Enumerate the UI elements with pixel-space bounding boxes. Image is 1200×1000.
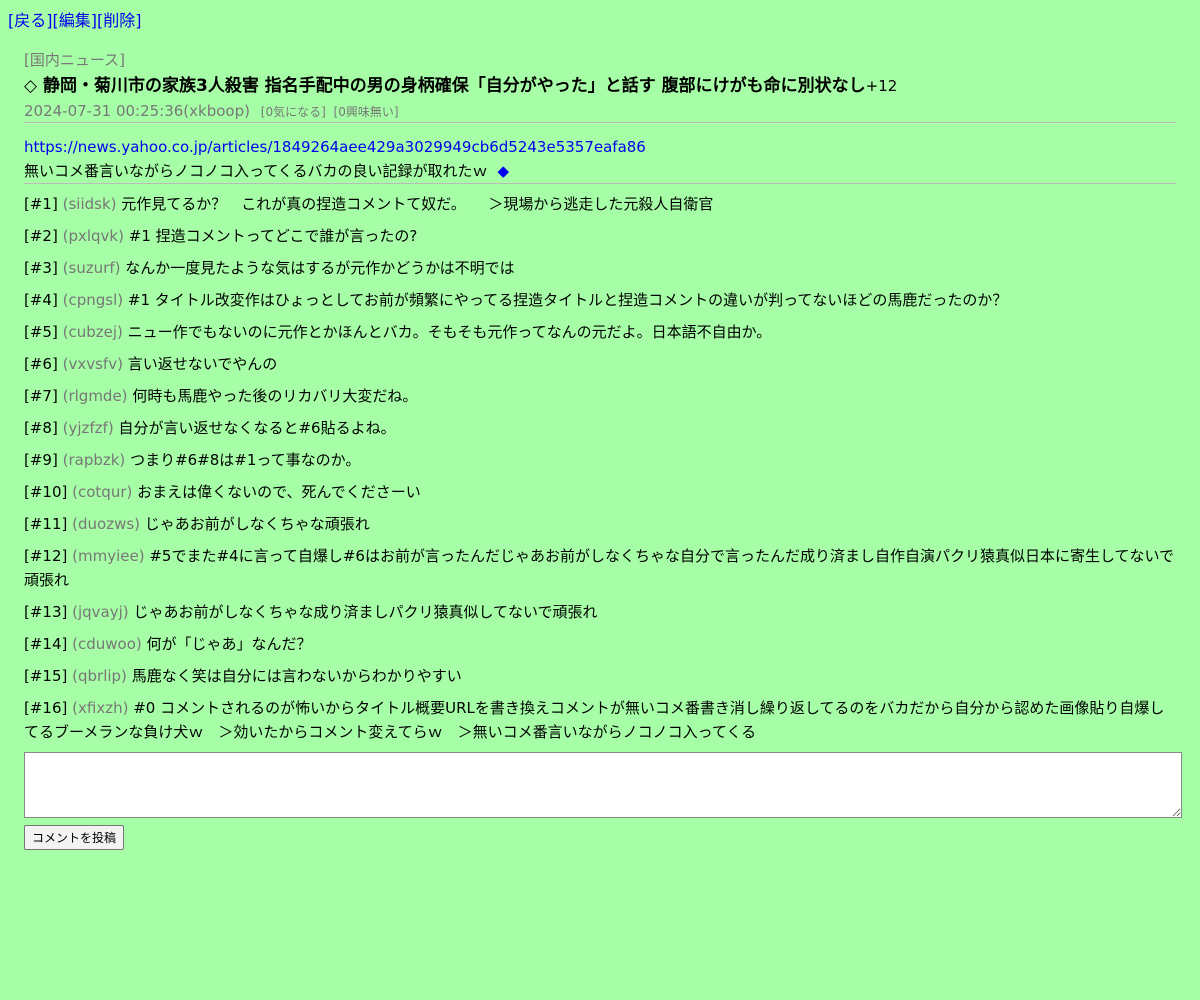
comment-item: [#1] (siidsk) 元作見てるか？ これが真の捏造コメントて奴だ。 ＞現… [24,192,1176,216]
comment-list: [#1] (siidsk) 元作見てるか？ これが真の捏造コメントて奴だ。 ＞現… [24,192,1176,744]
back-link[interactable]: [戻る] [8,11,53,30]
comment-user: (siidsk) [62,195,117,213]
comment-item: [#12] (mmyiee) #5でまた#4に言って自爆し#6はお前が言ったんだ… [24,544,1176,592]
comment-number[interactable]: [#7] [24,387,58,405]
delete-link[interactable]: [削除] [97,11,142,30]
article-body: https://news.yahoo.co.jp/articles/184926… [24,135,1176,183]
comment-number[interactable]: [#14] [24,635,67,653]
comment-item: [#2] (pxlqvk) #1 捏造コメントってどこで誰が言ったの? [24,224,1176,248]
comment-item: [#8] (yjzfzf) 自分が言い返せなくなると#6貼るよね。 [24,416,1176,440]
comment-text: 何が「じゃあ」なんだ？ [146,635,312,653]
comment-text: おまえは偉くないので、死んでくださーい [137,483,421,501]
comment-user: (duozws) [72,515,141,533]
comment-user: (cubzej) [62,323,123,341]
divider [24,183,1176,184]
comment-item: [#5] (cubzej) ニュー作でもないのに元作とかほんとバカ。そもそも元作… [24,320,1176,344]
comment-user: (rapbzk) [62,451,126,469]
comment-number[interactable]: [#2] [24,227,58,245]
article-category: [国内ニュース] [24,51,125,69]
not-interested-count[interactable]: [0興味無い] [334,105,399,119]
comment-number[interactable]: [#6] [24,355,58,373]
comment-text: じゃあお前がしなくちゃな成り済ましパクリ猿真似してないで頑張れ [133,603,598,621]
comment-item: [#15] (qbrlip) 馬鹿なく笑は自分には言わないからわかりやすい [24,664,1176,688]
comment-item: [#9] (rapbzk) つまり#6#8は#1って事なのか。 [24,448,1176,472]
comment-number[interactable]: [#3] [24,259,58,277]
comment-user: (qbrlip) [72,667,127,685]
comment-user: (yjzfzf) [62,419,114,437]
comment-text: 何時も馬鹿やった後のリカバリ大変だね。 [132,387,418,405]
article-title: ◇ 静岡・菊川市の家族3人殺害 指名手配中の男の身柄確保「自分がやった」と話す … [24,76,866,96]
comment-number[interactable]: [#10] [24,483,67,501]
comment-number[interactable]: [#15] [24,667,67,685]
comment-text: #1 捏造コメントってどこで誰が言ったの? [128,227,418,245]
comment-item: [#3] (suzurf) なんか一度見たような気はするが元作かどうかは不明では [24,256,1176,280]
comment-user: (xfixzh) [72,699,129,717]
comment-text: 元作見てるか？ これが真の捏造コメントて奴だ。 ＞現場から逃走した元殺人自衛官 [121,195,714,213]
comment-text: じゃあお前がしなくちゃな頑張れ [144,515,370,533]
article-url-link[interactable]: https://news.yahoo.co.jp/articles/184926… [24,138,646,156]
article-meta: 2024-07-31 00:25:36(xkboop) [0気になる] [0興味… [24,101,1176,122]
comment-item: [#14] (cduwoo) 何が「じゃあ」なんだ？ [24,632,1176,656]
comment-user: (pxlqvk) [62,227,124,245]
diamond-icon[interactable]: ◆ [498,162,510,180]
comment-item: [#16] (xfixzh) #0 コメントされるのが怖いからタイトル概要URL… [24,696,1176,744]
comment-item: [#10] (cotqur) おまえは偉くないので、死んでくださーい [24,480,1176,504]
comment-text: #5でまた#4に言って自爆し#6はお前が言ったんだじゃあお前がしなくちゃな自分で… [24,547,1175,589]
article-container: [国内ニュース] ◇ 静岡・菊川市の家族3人殺害 指名手配中の男の身柄確保「自分… [24,50,1182,850]
edit-link[interactable]: [編集] [53,11,98,30]
interested-count[interactable]: [0気になる] [261,105,326,119]
comment-user: (rlgmde) [62,387,128,405]
comment-item: [#13] (jqvayj) じゃあお前がしなくちゃな成り済ましパクリ猿真似して… [24,600,1176,624]
comment-number[interactable]: [#11] [24,515,67,533]
comment-text: #1 タイトル改変作はひょっとしてお前が頻繁にやってる捏造タイトルと捏造コメント… [127,291,1008,309]
comment-number[interactable]: [#16] [24,699,67,717]
comment-number[interactable]: [#13] [24,603,67,621]
comment-text: 言い返せないでやんの [127,355,278,373]
comment-text: 馬鹿なく笑は自分には言わないからわかりやすい [131,667,462,685]
comment-input[interactable] [24,752,1182,818]
comment-user: (cpngsl) [62,291,124,309]
comment-number[interactable]: [#8] [24,419,58,437]
comment-item: [#4] (cpngsl) #1 タイトル改変作はひょっとしてお前が頻繁にやって… [24,288,1176,312]
comment-number[interactable]: [#4] [24,291,58,309]
comment-user: (vxvsfv) [62,355,123,373]
submit-comment-button[interactable]: コメントを投稿 [24,825,125,850]
article-summary: 無いコメ番言いながらノコノコ入ってくるバカの良い記録が取れたｗ [24,162,488,180]
top-nav: [戻る][編集][削除] [8,11,142,31]
comment-text: つまり#6#8は#1って事なのか。 [130,451,361,469]
comment-text: ニュー作でもないのに元作とかほんとバカ。そもそも元作ってなんの元だよ。日本語不自… [127,323,772,341]
comment-text: #0 コメントされるのが怖いからタイトル概要URLを書き換えコメントが無いコメ番… [24,699,1165,741]
comment-text: なんか一度見たような気はするが元作かどうかは不明では [125,259,515,277]
comment-number[interactable]: [#9] [24,451,58,469]
article-title-row: ◇ 静岡・菊川市の家族3人殺害 指名手配中の男の身柄確保「自分がやった」と話す … [24,75,1176,97]
comment-user: (mmyiee) [72,547,145,565]
comment-item: [#7] (rlgmde) 何時も馬鹿やった後のリカバリ大変だね。 [24,384,1176,408]
divider [24,122,1176,123]
comment-item: [#11] (duozws) じゃあお前がしなくちゃな頑張れ [24,512,1176,536]
article-score: +12 [865,77,898,95]
comment-number[interactable]: [#1] [24,195,58,213]
comment-number[interactable]: [#5] [24,323,58,341]
comment-user: (cotqur) [72,483,133,501]
comment-text: 自分が言い返せなくなると#6貼るよね。 [118,419,396,437]
comment-user: (cduwoo) [72,635,142,653]
comment-user: (jqvayj) [72,603,129,621]
article-datetime-user: 2024-07-31 00:25:36(xkboop) [24,102,250,120]
comment-user: (suzurf) [62,259,121,277]
comment-item: [#6] (vxvsfv) 言い返せないでやんの [24,352,1176,376]
comment-number[interactable]: [#12] [24,547,67,565]
